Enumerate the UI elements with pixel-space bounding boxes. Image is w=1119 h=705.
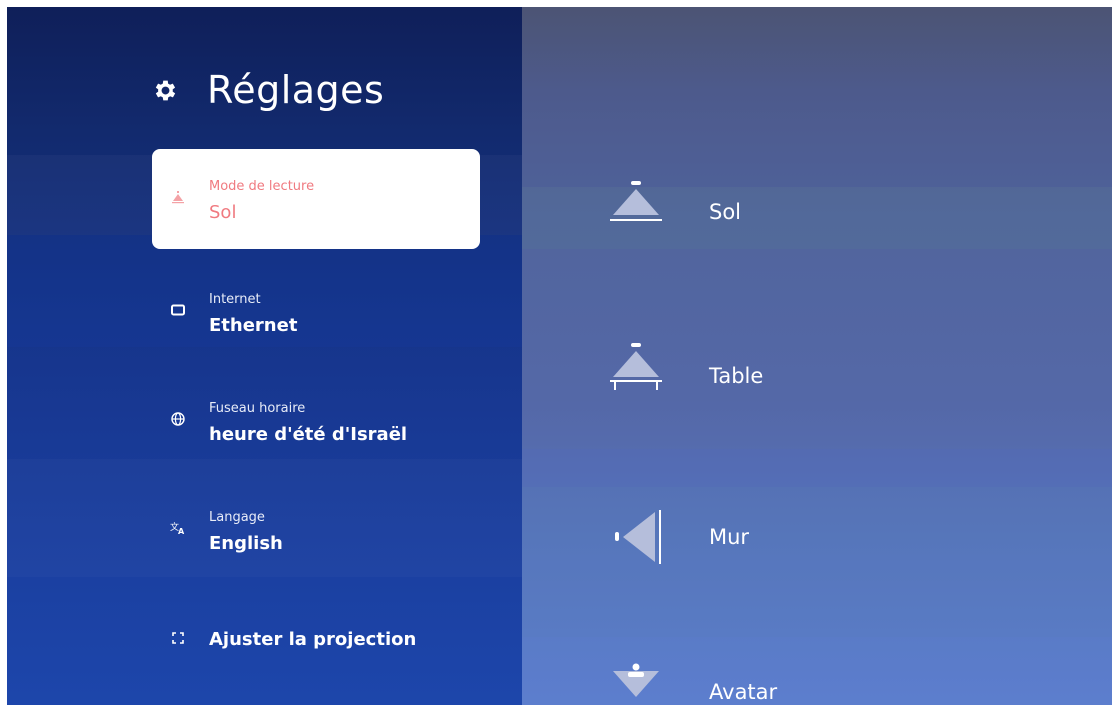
mode-option-label: Sol — [709, 200, 742, 224]
mode-option-label: Table — [709, 364, 764, 388]
floor-projector-icon — [168, 187, 188, 207]
wall-mode-icon — [607, 502, 677, 572]
translate-icon: 文 A — [168, 518, 188, 538]
reading-mode-options-panel: Sol Table Mur Avatar — [522, 7, 1112, 705]
menu-item-value: English — [209, 533, 283, 554]
globe-icon — [168, 409, 188, 429]
floor-mode-icon — [607, 177, 677, 247]
menu-item-value: Ajuster la projection — [209, 629, 417, 650]
svg-text:A: A — [178, 527, 185, 535]
mode-option-label: Mur — [709, 525, 750, 549]
menu-item-adjust-projection[interactable]: Ajuster la projection — [152, 589, 480, 689]
ethernet-icon — [168, 300, 188, 320]
title-text: Réglages — [207, 68, 385, 112]
menu-item-value: Sol — [209, 202, 237, 223]
menu-item-label: Internet — [209, 292, 261, 307]
mode-option-table[interactable]: Table — [607, 341, 763, 411]
avatar-mode-icon — [607, 657, 677, 705]
menu-item-timezone[interactable]: Fuseau horaire heure d'été d'Israël — [152, 371, 480, 471]
mode-option-sol[interactable]: Sol — [607, 177, 741, 247]
mode-option-label: Avatar — [709, 680, 778, 704]
settings-menu-panel: Réglages Mode de lecture Sol Internet Et… — [7, 7, 522, 705]
adjust-projection-icon — [168, 628, 188, 648]
screen: Réglages Mode de lecture Sol Internet Et… — [7, 7, 1112, 705]
page-title: Réglages — [152, 65, 384, 115]
menu-item-label: Langage — [209, 510, 265, 525]
gear-icon — [155, 80, 176, 100]
menu-item-label: Mode de lecture — [209, 179, 315, 194]
menu-item-label: Fuseau horaire — [209, 401, 306, 416]
menu-item-internet[interactable]: Internet Ethernet — [152, 262, 480, 362]
menu-item-language[interactable]: 文 A Langage English — [152, 480, 480, 580]
mode-option-mur[interactable]: Mur — [607, 502, 749, 572]
menu-item-reading-mode[interactable]: Mode de lecture Sol — [152, 149, 480, 249]
mode-option-avatar[interactable]: Avatar — [607, 657, 777, 705]
table-mode-icon — [607, 341, 677, 411]
menu-item-value: heure d'été d'Israël — [209, 424, 408, 445]
menu-item-value: Ethernet — [209, 315, 298, 336]
